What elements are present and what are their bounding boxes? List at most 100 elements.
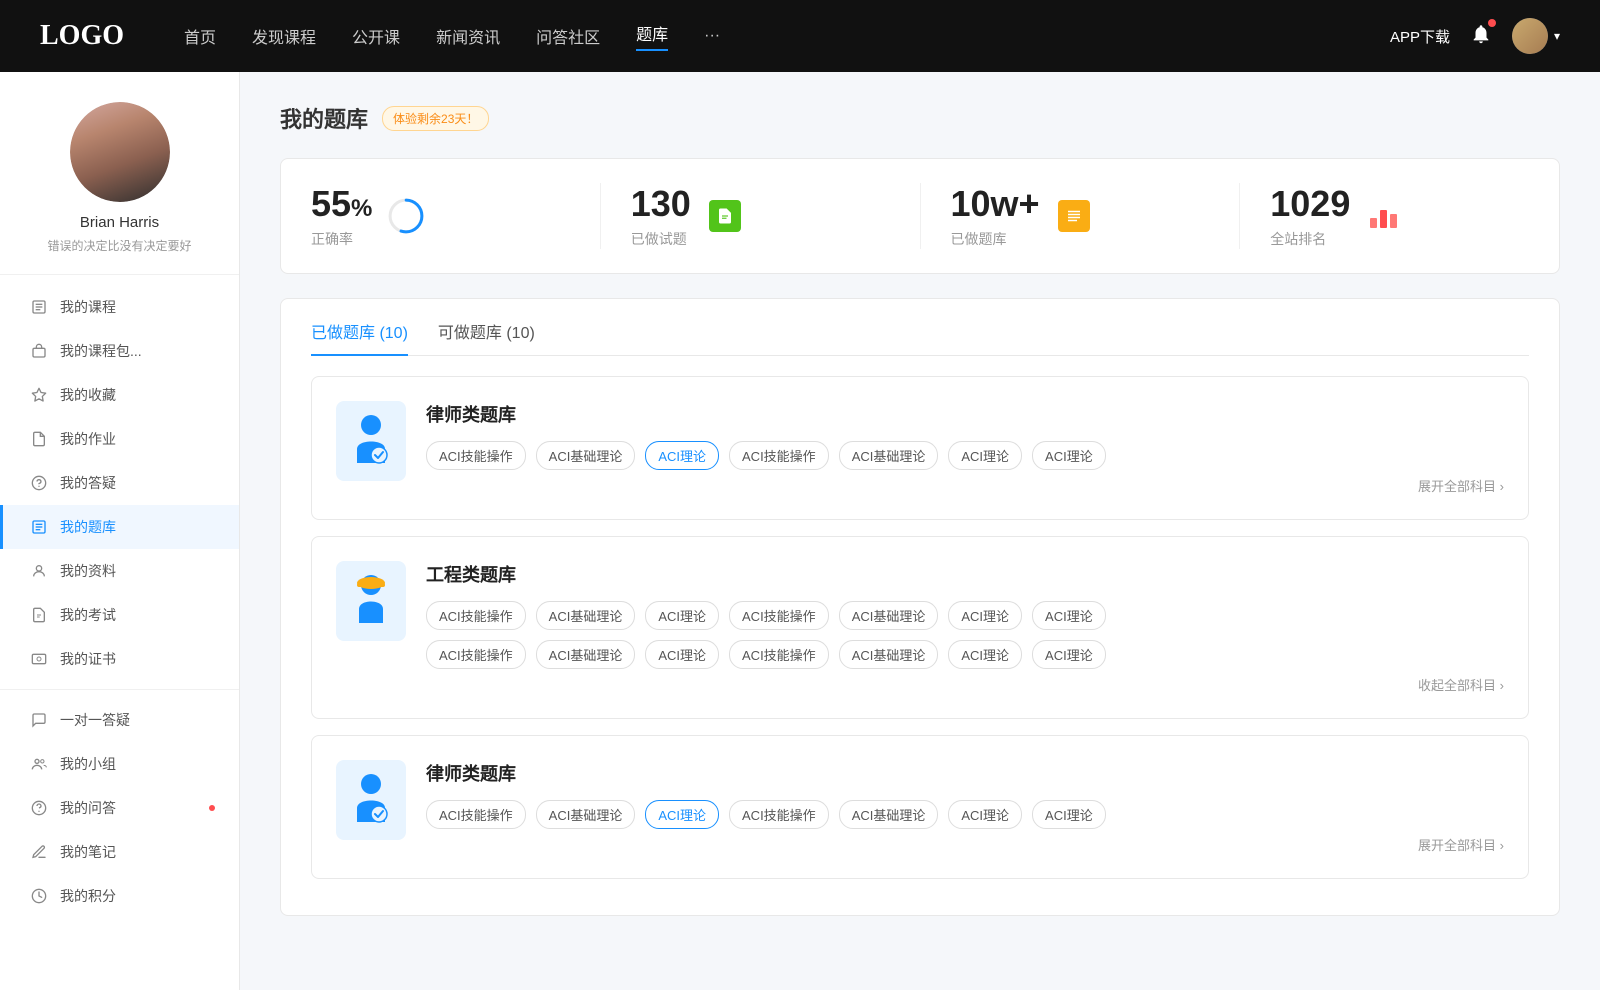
list-icon (1058, 200, 1090, 232)
bank-card-2-collapse-link[interactable]: 收起全部科目 › (1418, 675, 1504, 694)
nav-home[interactable]: 首页 (184, 24, 216, 48)
sidebar-item-points[interactable]: 我的积分 (0, 874, 239, 918)
tag-2-1-3[interactable]: ACI技能操作 (729, 640, 829, 669)
tag-1-3[interactable]: ACI技能操作 (729, 441, 829, 470)
tag-3-3[interactable]: ACI技能操作 (729, 800, 829, 829)
note-icon (30, 843, 48, 861)
tag-3-1[interactable]: ACI基础理论 (536, 800, 636, 829)
circular-progress-icon (388, 198, 424, 234)
nav-more[interactable]: ··· (704, 27, 720, 45)
tag-2-0-3[interactable]: ACI技能操作 (729, 601, 829, 630)
sidebar-label-course-pkg: 我的课程包... (60, 341, 142, 361)
nav-courses[interactable]: 发现课程 (252, 24, 316, 48)
tag-1-1[interactable]: ACI基础理论 (536, 441, 636, 470)
sidebar-item-qa[interactable]: 我的答疑 (0, 461, 239, 505)
cert-icon (30, 650, 48, 668)
sidebar-item-favorites[interactable]: 我的收藏 (0, 373, 239, 417)
tag-2-0-6[interactable]: ACI理论 (1032, 601, 1106, 630)
sidebar-item-exam[interactable]: 我的考试 (0, 593, 239, 637)
profile-name: Brian Harris (80, 214, 159, 231)
app-download-link[interactable]: APP下载 (1390, 26, 1450, 47)
sidebar-menu: 我的课程 我的课程包... 我的收藏 我的作业 (0, 275, 239, 928)
tag-2-1-1[interactable]: ACI基础理论 (536, 640, 636, 669)
tag-1-2[interactable]: ACI理论 (645, 441, 719, 470)
tag-1-5[interactable]: ACI理论 (948, 441, 1022, 470)
bank-card-1-expand-link[interactable]: 展开全部科目 › (1418, 476, 1504, 495)
bank-card-2-body: 工程类题库 ACI技能操作 ACI基础理论 ACI理论 ACI技能操作 ACI基… (426, 561, 1504, 694)
sidebar-item-group[interactable]: 我的小组 (0, 742, 239, 786)
bank-card-3-title: 律师类题库 (426, 760, 1504, 786)
page-title-row: 我的题库 体验剩余23天！ (280, 102, 1560, 134)
tag-1-4[interactable]: ACI基础理论 (839, 441, 939, 470)
nav-qa[interactable]: 问答社区 (536, 24, 600, 48)
bank-card-3-expand-link[interactable]: 展开全部科目 › (1418, 835, 1504, 854)
tag-3-2[interactable]: ACI理论 (645, 800, 719, 829)
trial-badge: 体验剩余23天！ (382, 106, 489, 131)
star-icon (30, 386, 48, 404)
tag-3-4[interactable]: ACI基础理论 (839, 800, 939, 829)
sidebar-label-favorites: 我的收藏 (60, 385, 116, 405)
points-icon (30, 887, 48, 905)
stat-done-b-values: 10w+ 已做题库 (951, 183, 1040, 249)
stat-rank-label: 全站排名 (1270, 229, 1350, 249)
nav-open-course[interactable]: 公开课 (352, 24, 400, 48)
stat-accuracy-values: 55% 正确率 (311, 183, 372, 249)
stat-accuracy-number: 55% (311, 183, 372, 225)
bank-card-2-title: 工程类题库 (426, 561, 1504, 587)
nav-bank[interactable]: 题库 (636, 21, 668, 51)
tag-2-1-5[interactable]: ACI理论 (948, 640, 1022, 669)
tag-2-0-2[interactable]: ACI理论 (645, 601, 719, 630)
tag-2-1-0[interactable]: ACI技能操作 (426, 640, 526, 669)
bank-card-1-title: 律师类题库 (426, 401, 1504, 427)
stat-accuracy: 55% 正确率 (281, 183, 601, 249)
stat-done-questions: 130 已做试题 (601, 183, 921, 249)
sidebar-item-cert[interactable]: 我的证书 (0, 637, 239, 681)
tag-1-6[interactable]: ACI理论 (1032, 441, 1106, 470)
sidebar-label-one-one: 一对一答疑 (60, 710, 130, 730)
tag-1-0[interactable]: ACI技能操作 (426, 441, 526, 470)
sidebar-item-profile[interactable]: 我的资料 (0, 549, 239, 593)
tag-3-0[interactable]: ACI技能操作 (426, 800, 526, 829)
bank-card-2-header: 工程类题库 ACI技能操作 ACI基础理论 ACI理论 ACI技能操作 ACI基… (336, 561, 1504, 694)
bank-card-3: 律师类题库 ACI技能操作 ACI基础理论 ACI理论 ACI技能操作 ACI基… (311, 735, 1529, 879)
sidebar-label-qa: 我的答疑 (60, 473, 116, 493)
notification-bell[interactable] (1470, 23, 1492, 50)
tag-3-5[interactable]: ACI理论 (948, 800, 1022, 829)
sidebar-label-notes: 我的笔记 (60, 842, 116, 862)
tag-3-6[interactable]: ACI理论 (1032, 800, 1106, 829)
sidebar-item-one-one[interactable]: 一对一答疑 (0, 698, 239, 742)
nav-news[interactable]: 新闻资讯 (436, 24, 500, 48)
bank-card-1-body: 律师类题库 ACI技能操作 ACI基础理论 ACI理论 ACI技能操作 ACI基… (426, 401, 1504, 495)
sidebar-item-question[interactable]: 我的问答 (0, 786, 239, 830)
rank-icon (1364, 196, 1404, 236)
homework-icon (30, 430, 48, 448)
sidebar-item-my-courses[interactable]: 我的课程 (0, 285, 239, 329)
sidebar-item-homework[interactable]: 我的作业 (0, 417, 239, 461)
bank-card-2-tags-row2: ACI技能操作 ACI基础理论 ACI理论 ACI技能操作 ACI基础理论 AC… (426, 640, 1504, 669)
tag-2-0-5[interactable]: ACI理论 (948, 601, 1022, 630)
stat-done-banks: 10w+ 已做题库 (921, 183, 1241, 249)
stat-rank: 1029 全站排名 (1240, 183, 1559, 249)
tag-2-1-2[interactable]: ACI理论 (645, 640, 719, 669)
sidebar-label-question: 我的问答 (60, 798, 116, 818)
tab-done-banks[interactable]: 已做题库 (10) (311, 319, 408, 355)
bank-card-2: 工程类题库 ACI技能操作 ACI基础理论 ACI理论 ACI技能操作 ACI基… (311, 536, 1529, 719)
sidebar-item-bank[interactable]: 我的题库 (0, 505, 239, 549)
tag-2-0-0[interactable]: ACI技能操作 (426, 601, 526, 630)
main-nav: 首页 发现课程 公开课 新闻资讯 问答社区 题库 ··· (184, 21, 720, 51)
chevron-down-icon: ▾ (1554, 29, 1560, 43)
tab-available-banks[interactable]: 可做题库 (10) (438, 319, 535, 355)
lawyer-figure-icon (347, 413, 395, 469)
group-icon (30, 755, 48, 773)
bank-icon-engineer (336, 561, 406, 641)
tag-2-0-1[interactable]: ACI基础理论 (536, 601, 636, 630)
tag-2-0-4[interactable]: ACI基础理论 (839, 601, 939, 630)
stat-rank-values: 1029 全站排名 (1270, 183, 1350, 249)
sidebar-item-course-pkg[interactable]: 我的课程包... (0, 329, 239, 373)
sidebar-item-notes[interactable]: 我的笔记 (0, 830, 239, 874)
sidebar-label-exam: 我的考试 (60, 605, 116, 625)
tag-2-1-4[interactable]: ACI基础理论 (839, 640, 939, 669)
tag-2-1-6[interactable]: ACI理论 (1032, 640, 1106, 669)
done-banks-icon (1054, 196, 1094, 236)
user-avatar-container[interactable]: ▾ (1512, 18, 1560, 54)
